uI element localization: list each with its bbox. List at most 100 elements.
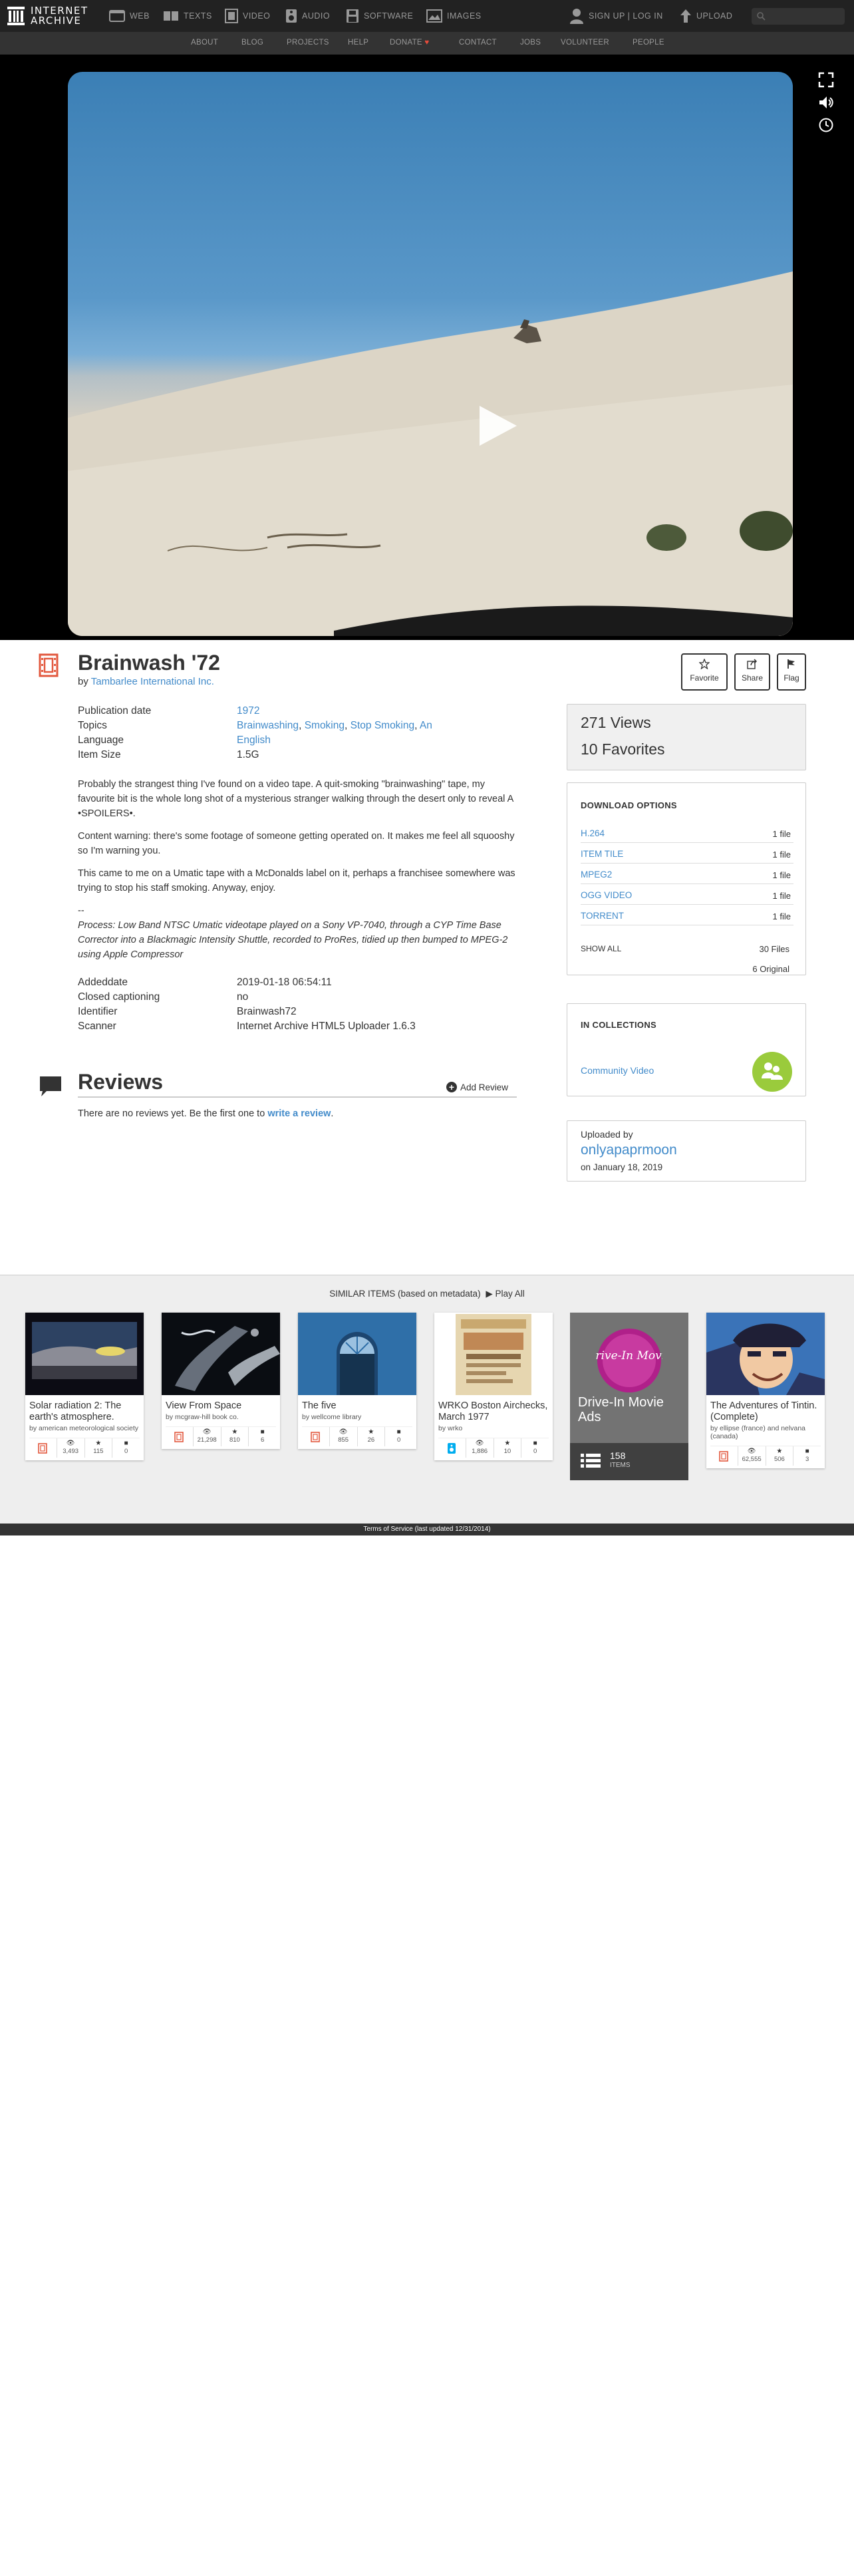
tile-title: WRKO Boston Airchecks, March 1977: [438, 1400, 548, 1422]
comment-icon: ■: [260, 1428, 265, 1436]
search-input[interactable]: [752, 8, 845, 25]
description-paragraph: This came to me on a Umatic tape with a …: [78, 868, 515, 893]
favorite-button[interactable]: Favorite: [681, 653, 728, 691]
topic-link[interactable]: Smoking: [305, 720, 345, 731]
add-review-button[interactable]: + Add Review: [446, 1082, 508, 1092]
share-button[interactable]: Share: [734, 653, 770, 691]
download-format[interactable]: OGG VIDEO: [581, 890, 632, 900]
meta-label: Topics: [78, 720, 107, 731]
show-all-link[interactable]: SHOW ALL: [581, 944, 621, 953]
download-count: 1 file: [772, 911, 791, 921]
similar-item-tile[interactable]: Solar radiation 2: The earth's atmospher…: [25, 1313, 144, 1460]
similar-collection-tile[interactable]: Drive-In Movie Drive-In Movie Ads 158 IT…: [570, 1313, 688, 1480]
similar-item-tile[interactable]: View From Space by mcgraw-hill book co. …: [162, 1313, 280, 1449]
logo-line-2: ARCHIVE: [31, 15, 82, 27]
internet-archive-logo[interactable]: INTERNET ARCHIVE: [7, 5, 88, 27]
topic-link[interactable]: An: [420, 720, 432, 731]
item-thumbnail: [25, 1313, 144, 1395]
fullscreen-icon[interactable]: [818, 72, 834, 88]
download-options-title: DOWNLOAD OPTIONS: [581, 800, 677, 810]
volume-icon[interactable]: [818, 94, 834, 110]
tile-favorites: 26: [367, 1436, 375, 1444]
flag-label: Flag: [783, 673, 799, 683]
scanner-value: Internet Archive HTML5 Uploader 1.6.3: [237, 1021, 416, 1032]
collections-title: IN COLLECTIONS: [581, 1020, 656, 1030]
similar-item-tile[interactable]: The Adventures of Tintin. (Complete) by …: [706, 1313, 825, 1468]
description-process: Process: Low Band NTSC Umatic videotape …: [78, 920, 508, 960]
subnav-contact[interactable]: CONTACT: [459, 39, 497, 47]
account-link[interactable]: SIGN UP | LOG IN: [569, 8, 663, 24]
subnav-help[interactable]: HELP: [348, 39, 368, 47]
write-review-link[interactable]: write a review: [267, 1108, 331, 1119]
tile-favorites: 115: [93, 1448, 104, 1455]
eye-icon: 👁: [202, 1428, 212, 1436]
collection-link[interactable]: Community Video: [581, 1065, 654, 1076]
terms-of-service-link[interactable]: Terms of Service (last updated 12/31/201…: [0, 1524, 854, 1535]
download-row[interactable]: ITEM TILE 1 file: [581, 844, 793, 864]
search-icon: [757, 12, 766, 21]
thumbnail-image: [434, 1313, 553, 1395]
clock-icon[interactable]: [818, 117, 834, 133]
addeddate-value: 2019-01-18 06:54:11: [237, 977, 332, 988]
play-icon[interactable]: [478, 404, 518, 447]
download-count: 1 file: [772, 850, 791, 860]
subnav-people[interactable]: PEOPLE: [633, 39, 664, 47]
item-thumbnail: [162, 1313, 280, 1395]
account-label: SIGN UP | LOG IN: [589, 11, 663, 21]
description-paragraph: Content warning: there's some footage of…: [78, 831, 515, 856]
tile-creator: by wrko: [438, 1424, 463, 1432]
download-format[interactable]: ITEM TILE: [581, 849, 623, 859]
flag-button[interactable]: Flag: [777, 653, 806, 691]
subnav-volunteer[interactable]: VOLUNTEER: [561, 39, 609, 47]
similar-item-tile[interactable]: The five by wellcome library 👁 855 ★ 26 ■ 0: [298, 1313, 416, 1449]
topic-link[interactable]: Brainwashing: [237, 720, 299, 731]
community-collection-icon[interactable]: [752, 1052, 792, 1092]
meta-label: Closed captioning: [78, 991, 160, 1003]
uploader-box: Uploaded by onlyapaprmoon on January 18,…: [567, 1120, 806, 1182]
upload-link[interactable]: UPLOAD: [680, 8, 732, 24]
tile-views: 21,298: [197, 1436, 217, 1444]
files-total[interactable]: 30 Files: [759, 944, 789, 954]
video-player[interactable]: [0, 55, 854, 640]
list-icon: [581, 1454, 601, 1468]
item-byline: by Tambarlee International Inc.: [78, 676, 214, 687]
subnav-donate[interactable]: DONATE ♥: [390, 39, 430, 47]
play-all-button[interactable]: ▶ Play All: [486, 1289, 524, 1299]
download-format[interactable]: H.264: [581, 828, 605, 838]
top-navigation: INTERNET ARCHIVE WEB TEXTS VIDEO AUDIO S…: [0, 0, 854, 32]
subnav-about[interactable]: ABOUT: [191, 39, 218, 47]
subnav-projects[interactable]: PROJECTS: [287, 39, 329, 47]
uploader-link[interactable]: onlyapaprmoon: [581, 1142, 677, 1158]
item-thumbnail: [706, 1313, 825, 1395]
subnav-jobs[interactable]: JOBS: [520, 39, 541, 47]
download-format[interactable]: TORRENT: [581, 911, 624, 921]
share-label: Share: [741, 673, 764, 683]
similar-item-tile[interactable]: WRKO Boston Airchecks, March 1977 by wrk…: [434, 1313, 553, 1460]
subnav-blog[interactable]: BLOG: [241, 39, 263, 47]
download-row[interactable]: TORRENT 1 file: [581, 905, 793, 925]
similar-heading-text: SIMILAR ITEMS (based on metadata): [329, 1289, 481, 1299]
download-row[interactable]: MPEG2 1 file: [581, 864, 793, 884]
nav-images[interactable]: IMAGES: [426, 8, 482, 24]
meta-label: Publication date: [78, 705, 152, 717]
language-link[interactable]: English: [237, 734, 271, 746]
nav-video[interactable]: VIDEO: [225, 8, 270, 24]
creator-link[interactable]: Tambarlee International Inc.: [91, 676, 214, 687]
nav-software[interactable]: SOFTWARE: [346, 8, 413, 24]
nav-web[interactable]: WEB: [109, 8, 150, 24]
tile-favorites: 506: [774, 1456, 785, 1463]
nav-texts[interactable]: TEXTS: [163, 8, 212, 24]
thumbnail-image: [25, 1313, 144, 1395]
files-original[interactable]: 6 Original: [752, 964, 789, 974]
upload-label: UPLOAD: [696, 11, 733, 21]
upload-icon: [680, 9, 691, 23]
download-row[interactable]: H.264 1 file: [581, 823, 793, 843]
video-still[interactable]: [68, 72, 793, 636]
download-format[interactable]: MPEG2: [581, 870, 612, 880]
topic-link[interactable]: Stop Smoking: [351, 720, 415, 731]
publication-date-link[interactable]: 1972: [237, 705, 259, 717]
plus-icon: +: [446, 1082, 457, 1092]
download-row[interactable]: OGG VIDEO 1 file: [581, 885, 793, 905]
collection-footer: 158 ITEMS: [570, 1443, 688, 1480]
nav-audio[interactable]: AUDIO: [285, 8, 330, 24]
